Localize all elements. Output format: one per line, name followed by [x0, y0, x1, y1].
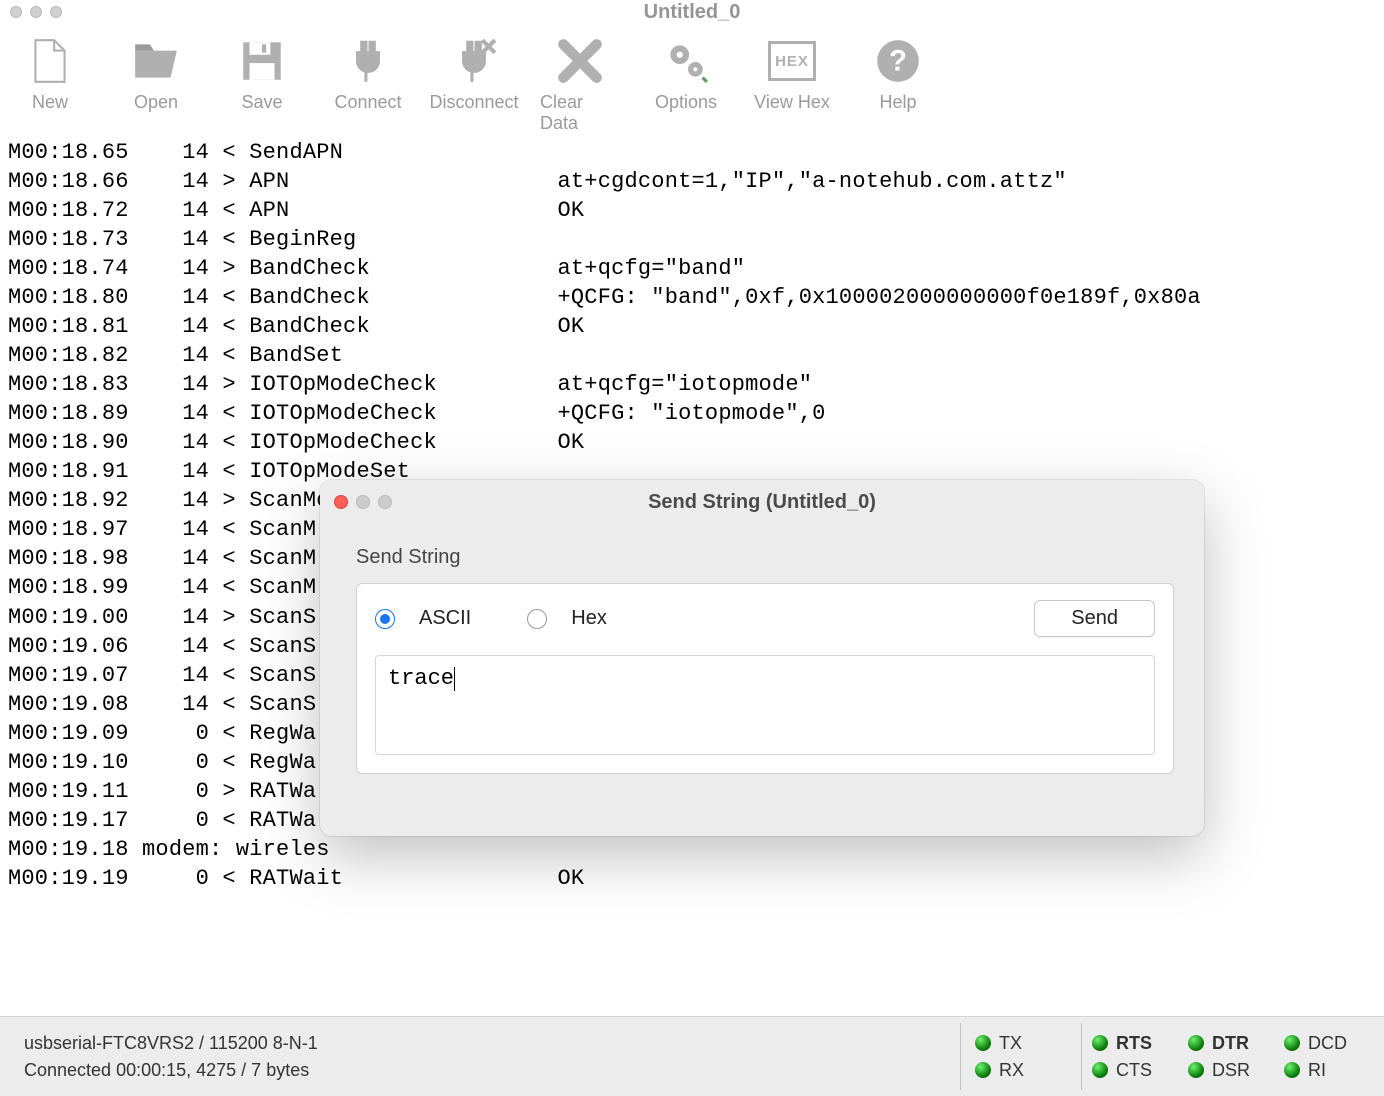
led-dsr: DSR: [1188, 1060, 1268, 1081]
window-title: Untitled_0: [0, 1, 1384, 24]
dialog-title: Send String (Untitled_0): [320, 491, 1204, 514]
toolbar: New Open Save Connect Disconnect Clear Data Op…: [0, 24, 1384, 138]
led-dcd: DCD: [1284, 1033, 1364, 1054]
status-port: usbserial-FTC8VRS2 / 115200 8-N-1: [24, 1033, 948, 1054]
help-icon: [873, 36, 923, 86]
connect-button-label: Connect: [334, 92, 401, 113]
send-string-input[interactable]: trace: [375, 655, 1155, 755]
clear-data-button[interactable]: Clear Data: [540, 34, 620, 134]
send-string-dialog: Send String (Untitled_0) Send String ASC…: [320, 480, 1204, 836]
options-button[interactable]: Options: [646, 34, 726, 134]
x-icon: [555, 36, 605, 86]
radio-ascii-label: ASCII: [419, 607, 471, 630]
radio-ascii[interactable]: [375, 609, 395, 629]
new-button[interactable]: New: [10, 34, 90, 134]
disconnect-button-label: Disconnect: [429, 92, 518, 113]
hex-icon: HEX: [768, 41, 816, 81]
view-hex-button[interactable]: HEX View Hex: [752, 34, 832, 134]
led-tx: TX: [975, 1033, 1055, 1054]
connect-button[interactable]: Connect: [328, 34, 408, 134]
save-button-label: Save: [241, 92, 282, 113]
led-dtr[interactable]: DTR: [1188, 1033, 1268, 1054]
plug-icon: [343, 36, 393, 86]
led-cts: CTS: [1092, 1060, 1172, 1081]
radio-hex-label: Hex: [571, 607, 607, 630]
title-bar: Untitled_0: [0, 0, 1384, 24]
status-bar: usbserial-FTC8VRS2 / 115200 8-N-1 Connec…: [0, 1016, 1384, 1096]
view-hex-button-label: View Hex: [754, 92, 830, 113]
disconnect-button[interactable]: Disconnect: [434, 34, 514, 134]
clear-data-button-label: Clear Data: [540, 92, 620, 134]
send-button[interactable]: Send: [1034, 600, 1155, 637]
new-button-label: New: [32, 92, 68, 113]
led-rts[interactable]: RTS: [1092, 1033, 1172, 1054]
folder-icon: [131, 36, 181, 86]
radio-hex[interactable]: [527, 609, 547, 629]
floppy-icon: [237, 36, 287, 86]
save-button[interactable]: Save: [222, 34, 302, 134]
help-button-label: Help: [879, 92, 916, 113]
file-icon: [25, 36, 75, 86]
dialog-heading: Send String: [356, 546, 1174, 569]
led-rx: RX: [975, 1060, 1055, 1081]
help-button[interactable]: Help: [858, 34, 938, 134]
gears-icon: [661, 36, 711, 86]
open-button[interactable]: Open: [116, 34, 196, 134]
status-conn: Connected 00:00:15, 4275 / 7 bytes: [24, 1060, 948, 1081]
options-button-label: Options: [655, 92, 717, 113]
open-button-label: Open: [134, 92, 178, 113]
plug-x-icon: [449, 36, 499, 86]
led-ri: RI: [1284, 1060, 1364, 1081]
